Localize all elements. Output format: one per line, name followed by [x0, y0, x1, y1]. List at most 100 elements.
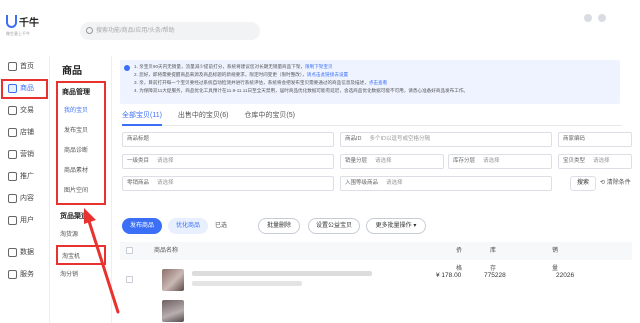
sidebar-item-label: 店铺	[20, 129, 34, 136]
category-select[interactable]: 一级类目 请选择	[122, 154, 334, 169]
tier-item-select[interactable]: 入围等级商品 请选择	[340, 176, 552, 191]
message-icon[interactable]	[584, 14, 592, 22]
more-batch-actions-button[interactable]: 更多批量操作 ▾	[366, 218, 426, 234]
notice-link[interactable]: 请点击此链接去设置	[307, 72, 348, 77]
secondary-menu: 商品 商品管理 我的宝贝 发布宝贝 商品诊断 商品素材 图片空间 货品渠道 淘货…	[50, 56, 112, 323]
tab-in-warehouse[interactable]: 仓库中的宝贝(5)	[244, 110, 295, 126]
sidebar-item-home[interactable]: 首页	[0, 56, 49, 78]
submenu-group-head: 商品管理	[62, 89, 90, 96]
sidebar-item-label: 商品	[20, 85, 34, 92]
search-icon	[86, 27, 93, 34]
clear-icon: ⟲	[600, 180, 607, 186]
tab-on-sale[interactable]: 出售中的宝贝(6)	[178, 110, 229, 126]
notice-line: 2. 您好，即将需要提醒商品来源及商品标题的新规要求，限定时间变更（限时整改），…	[134, 72, 349, 77]
service-icon	[8, 269, 17, 279]
search-placeholder: 搜索功能/商品/应用/头条/帮助	[96, 28, 175, 34]
col-name: 商品名称	[154, 248, 179, 254]
set-charity-button[interactable]: 设置公益宝贝	[308, 218, 360, 234]
sidebar-item-label: 用户	[20, 217, 34, 224]
notice-line: 1. 亲宝贝90天内无销量，流量减少提前打分，系统将建议您对长期无销量商品下架，…	[134, 64, 333, 69]
select-all-checkbox[interactable]	[126, 247, 133, 254]
submenu-item-my-items[interactable]: 我的宝贝	[60, 101, 104, 121]
submenu-group-head: 货品渠道	[60, 213, 88, 220]
item-type-select[interactable]: 宝贝类型 请选择	[558, 154, 632, 169]
search-button[interactable]: 搜索	[570, 176, 597, 191]
store-icon	[8, 127, 17, 137]
global-search-input[interactable]: 搜索功能/商品/应用/头条/帮助	[80, 22, 260, 40]
table-row: ¥ 178.00 775228 22026	[120, 262, 632, 323]
product-icon	[8, 83, 17, 93]
sidebar-item-trade[interactable]: 交易	[0, 100, 49, 122]
row-sales: 22026	[556, 272, 575, 279]
top-right-tools	[578, 14, 628, 24]
submenu-group-product-management: 商品管理 我的宝贝 发布宝贝 商品诊断 商品素材 图片空间	[56, 81, 106, 205]
tab-all[interactable]: 全部宝贝(11)	[122, 110, 162, 126]
sales-tier-select[interactable]: 销量分层 请选择	[340, 154, 444, 169]
row-checkbox[interactable]	[126, 276, 133, 283]
filter-panel: 商品标题 商品ID 多个ID以逗号或空格分隔 商家编码 一级类目 请选择 销量分层请…	[122, 132, 632, 198]
product-thumbnail[interactable]	[162, 300, 184, 322]
home-icon	[8, 61, 17, 71]
sidebar-item-promotion[interactable]: 推广	[0, 166, 49, 188]
trade-icon	[8, 105, 17, 115]
sidebar-item-label: 营销	[20, 151, 34, 158]
col-price[interactable]: 价格	[456, 242, 462, 272]
user-icon	[8, 215, 17, 225]
content-icon	[8, 193, 17, 203]
optimize-item-button[interactable]: 优化商品	[168, 218, 208, 234]
notice-banner: 1. 亲宝贝90天内无销量，流量减少提前打分，系统将建议您对长期无销量商品下架，…	[120, 60, 620, 104]
promotion-icon	[8, 171, 17, 181]
product-thumbnail[interactable]	[162, 269, 184, 291]
col-stock[interactable]: 库存	[490, 242, 496, 272]
notice-line: 3. 亲，目前打开每一个宝贝要经过系统自动检测并进行系统评估，系统将会把发布宝贝…	[134, 80, 388, 85]
sidebar-item-product[interactable]: 商品	[0, 78, 49, 100]
publish-item-button[interactable]: 发布商品	[122, 218, 162, 234]
submenu-item-materials[interactable]: 商品素材	[60, 161, 104, 181]
sidebar-item-marketing[interactable]: 营销	[0, 144, 49, 166]
sidebar-divider	[0, 232, 49, 242]
logo-icon	[6, 15, 17, 28]
submenu-group-channels: 货品渠道 淘货源 淘宝机 淘分销	[56, 209, 106, 285]
product-title-redacted	[192, 271, 372, 276]
submenu-item-publish[interactable]: 发布宝贝	[60, 121, 104, 141]
marketing-icon	[8, 149, 17, 159]
clear-filters-link[interactable]: ⟲ 清除条件	[600, 176, 631, 191]
notice-link[interactable]: 点击查看	[369, 80, 387, 85]
submenu-item-distribution[interactable]: 淘分销	[56, 265, 106, 285]
avatar[interactable]	[598, 14, 606, 22]
sidebar-item-data[interactable]: 数据	[0, 242, 49, 264]
chevron-down-icon: ▾	[411, 223, 417, 229]
action-bar: 发布商品 优化商品 已选 批量删除 设置公益宝贝 更多批量操作 ▾	[122, 218, 632, 236]
title-filter-input[interactable]: 商品标题	[122, 132, 334, 147]
row-price: ¥ 178.00	[436, 272, 462, 279]
code-filter-input[interactable]: 商家编码	[558, 132, 632, 147]
submenu-item-tao-machine[interactable]: 淘宝机	[56, 245, 106, 265]
row-stock: 775228	[484, 272, 506, 279]
sidebar-item-user[interactable]: 用户	[0, 210, 49, 232]
logo-text: 千牛	[19, 18, 39, 29]
sidebar-item-service[interactable]: 服务	[0, 264, 49, 286]
item-status-tabs: 全部宝贝(11) 出售中的宝贝(6) 仓库中的宝贝(5)	[122, 110, 622, 126]
submenu-item-image-space[interactable]: 图片空间	[60, 181, 104, 201]
sidebar-item-label: 内容	[20, 195, 34, 202]
sidebar-item-label: 数据	[20, 249, 34, 256]
notice-link[interactable]: 限制下架宝贝	[305, 64, 333, 69]
selected-count: 已选	[214, 223, 227, 229]
logo-slogan: 做生意上千牛	[6, 31, 30, 36]
sidebar-item-label: 推广	[20, 173, 34, 180]
main-content: 1. 亲宝贝90天内无销量，流量减少提前打分，系统将建议您对长期无销量商品下架，…	[112, 56, 640, 323]
sidebar-item-label: 服务	[20, 271, 34, 278]
sidebar-item-content[interactable]: 内容	[0, 188, 49, 210]
id-filter-input[interactable]: 商品ID 多个ID以逗号或空格分隔	[340, 132, 552, 147]
top-bar: 千牛 做生意上千牛 搜索功能/商品/应用/头条/帮助	[0, 0, 640, 56]
sidebar-item-store[interactable]: 店铺	[0, 122, 49, 144]
submenu-title: 商品	[62, 66, 82, 77]
submenu-item-diagnosis[interactable]: 商品诊断	[60, 141, 104, 161]
col-sales[interactable]: 销量	[552, 242, 558, 272]
notice-line: 4. 为保障双11大促服务，商品优化工具预计在11.9-11.11日至全天禁用，…	[134, 88, 469, 93]
batch-delete-button[interactable]: 批量删除	[258, 218, 300, 234]
stock-tier-select[interactable]: 库存分层 请选择	[448, 154, 552, 169]
zero-sales-select[interactable]: 零销商品 请选择	[122, 176, 334, 191]
submenu-item-tao-source[interactable]: 淘货源	[56, 225, 106, 245]
app-logo[interactable]: 千牛 做生意上千牛	[6, 14, 46, 37]
